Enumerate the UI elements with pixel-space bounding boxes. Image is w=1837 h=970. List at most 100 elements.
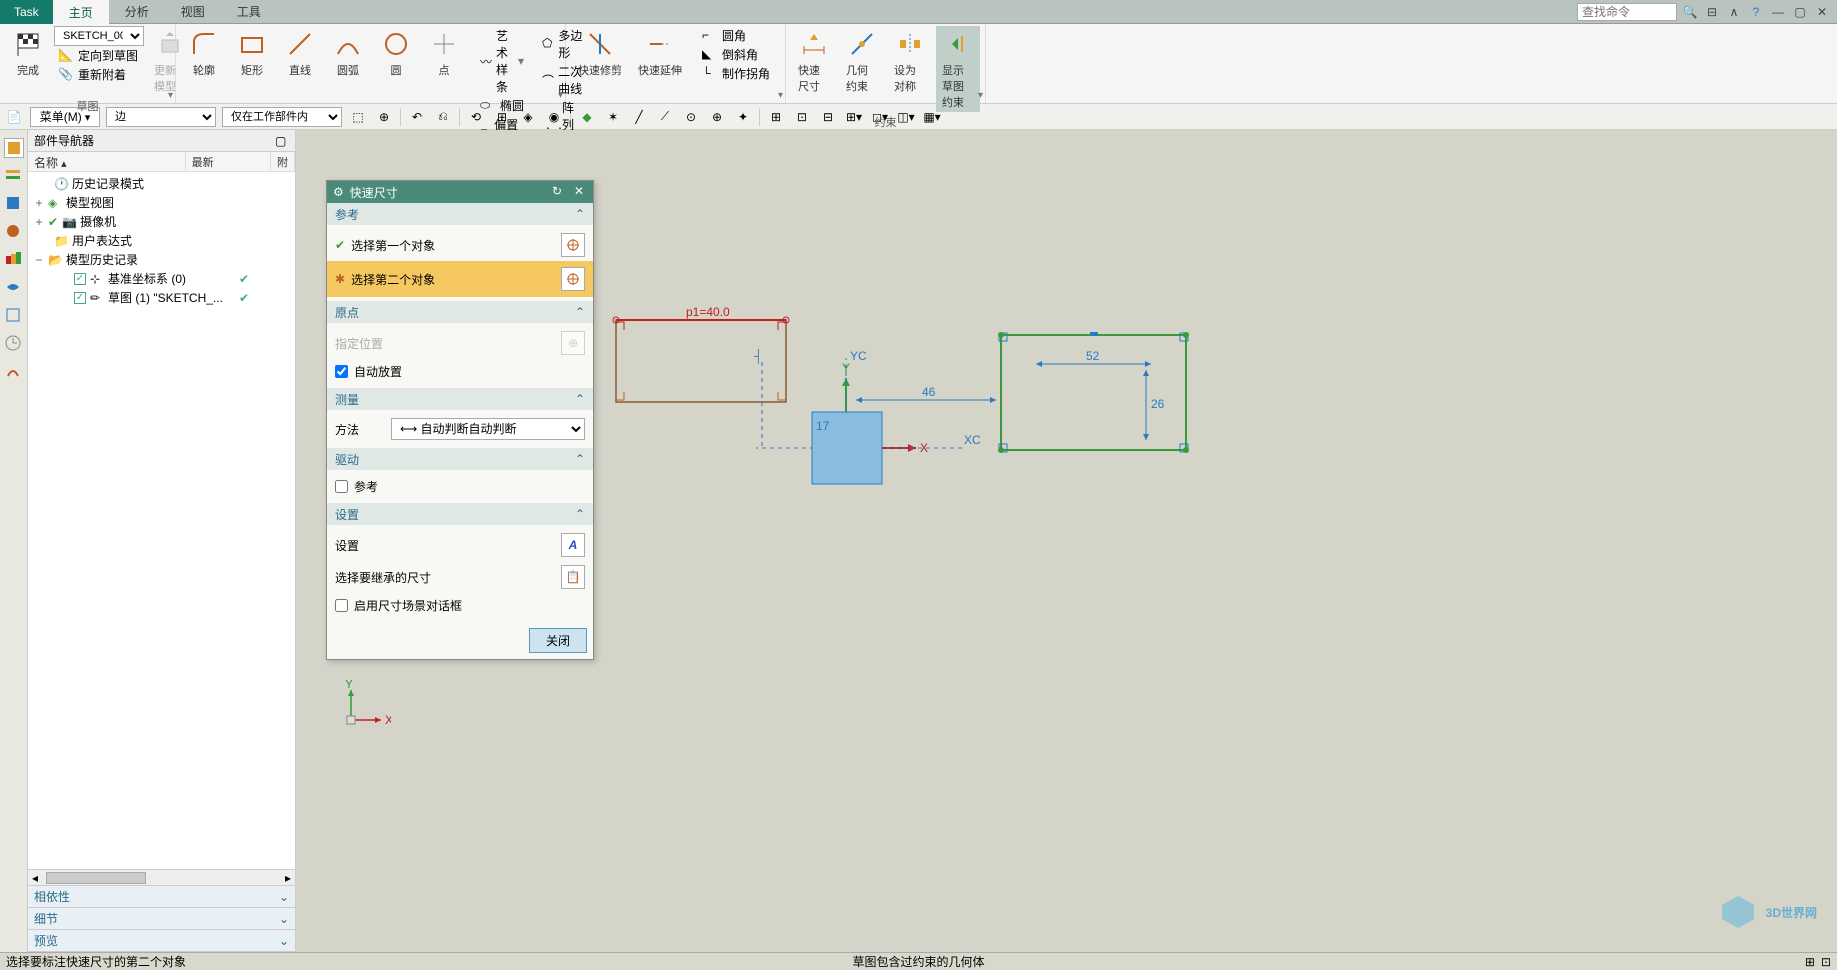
- profile-button[interactable]: 轮廓: [182, 26, 226, 80]
- fillet-button[interactable]: ⌐圆角: [698, 26, 774, 45]
- section-dependency[interactable]: 相依性⌄: [28, 886, 295, 908]
- csys-icon: ⊹: [90, 272, 104, 286]
- tb-icon-snap-4[interactable]: ⊕: [707, 107, 727, 127]
- status-icon-1[interactable]: ⊞: [1805, 955, 1815, 969]
- rectangle-icon: [236, 28, 268, 60]
- tb-icon-snap-3[interactable]: ⊙: [681, 107, 701, 127]
- make-symmetric-button[interactable]: 设为对称: [888, 26, 932, 96]
- sidebar-icon-4[interactable]: [4, 222, 24, 242]
- svg-text:46: 46: [922, 385, 936, 399]
- corner-icon: └: [702, 66, 718, 82]
- close-icon[interactable]: ✕: [1813, 3, 1831, 21]
- ribbon: 完成 SKETCH_000 📐定向到草图 📎重新附着 更新模型 草图 ▾ 轮廓 …: [0, 24, 1837, 104]
- rapid-dim-button[interactable]: 快速尺寸: [792, 26, 836, 96]
- svg-text:26: 26: [1151, 397, 1165, 411]
- tab-tools[interactable]: 工具: [221, 0, 277, 24]
- reattach-icon: 📎: [58, 67, 74, 83]
- show-constraints-button[interactable]: 显示草图约束: [936, 26, 980, 112]
- expand-icon[interactable]: +: [34, 215, 44, 229]
- reattach[interactable]: 📎重新附着: [54, 65, 144, 84]
- circle-icon: [380, 28, 412, 60]
- minimize-icon[interactable]: —: [1769, 3, 1787, 21]
- check-icon: ✔: [239, 291, 249, 305]
- graphics-canvas[interactable]: ⚙ 快速尺寸 ↻ ✕ 参考⌃ ✔选择第一个对象 ✱选择第二个对象 原点⌃ 指定位…: [296, 130, 1837, 952]
- rectangle-button[interactable]: 矩形: [230, 26, 274, 80]
- circle-button[interactable]: 圆: [374, 26, 418, 80]
- status-icon-2[interactable]: ⊡: [1821, 955, 1831, 969]
- spline-icon: 〰: [480, 53, 492, 69]
- conic-icon: ⌒: [542, 72, 554, 88]
- nav-scrollbar[interactable]: ◂▸: [28, 869, 295, 885]
- line-button[interactable]: 直线: [278, 26, 322, 80]
- sidebar-icon-9[interactable]: [4, 362, 24, 382]
- help-icon[interactable]: ?: [1747, 3, 1765, 21]
- sketch-drawing: p1=40.0 ┤ X Y XC YC 17: [296, 130, 1836, 950]
- fillet-icon: ⌐: [702, 28, 718, 44]
- tree-sketch[interactable]: ✓✏草图 (1) "SKETCH_...✔: [30, 288, 293, 307]
- tb-icon-snap-5[interactable]: ✦: [733, 107, 753, 127]
- orient-to-sketch[interactable]: 📐定向到草图: [54, 46, 144, 65]
- expand-icon[interactable]: +: [34, 196, 44, 210]
- chamfer-icon: ◣: [702, 47, 718, 63]
- tb-icon-snap-2[interactable]: ⟋: [655, 107, 675, 127]
- tb-icon-view-1[interactable]: ⊞: [766, 107, 786, 127]
- sketch-name-combo[interactable]: SKETCH_000: [54, 26, 144, 46]
- folder-icon: 📁: [54, 234, 68, 248]
- chamfer-button[interactable]: ◣倒斜角: [698, 45, 774, 64]
- quick-extend-button[interactable]: 快速延伸: [632, 26, 688, 80]
- search-icon[interactable]: 🔍: [1681, 3, 1699, 21]
- ellipse-icon: ⬭: [480, 98, 496, 114]
- svg-text:XC: XC: [964, 433, 981, 447]
- finish-sketch-button[interactable]: 完成: [6, 26, 50, 80]
- checkbox-checked[interactable]: ✓: [74, 292, 86, 304]
- tree-camera[interactable]: +✔📷摄像机: [30, 212, 293, 231]
- edit-group-expand[interactable]: ▾: [778, 90, 783, 101]
- clock-icon: 🕐: [54, 177, 68, 191]
- ellipse-button[interactable]: ⬭椭圆: [476, 96, 528, 115]
- arc-button[interactable]: 圆弧: [326, 26, 370, 80]
- section-preview[interactable]: 预览⌄: [28, 930, 295, 952]
- collapse-icon[interactable]: −: [34, 253, 44, 267]
- sidebar-icon-2[interactable]: [4, 166, 24, 186]
- collapse-ribbon-icon[interactable]: ∧: [1725, 3, 1743, 21]
- quick-trim-button[interactable]: 快速修剪: [572, 26, 628, 80]
- make-corner-button[interactable]: └制作拐角: [698, 64, 774, 83]
- tb-icon-10[interactable]: ✶: [603, 107, 623, 127]
- tree-model-view[interactable]: +◈模型视图: [30, 193, 293, 212]
- sidebar-icon-3[interactable]: [4, 194, 24, 214]
- section-detail[interactable]: 细节⌄: [28, 908, 295, 930]
- curves-group-expand[interactable]: ▾: [558, 90, 563, 101]
- tab-analysis[interactable]: 分析: [109, 0, 165, 24]
- svg-text:X: X: [385, 713, 391, 727]
- sidebar-icon-7[interactable]: [4, 306, 24, 326]
- sidebar-icon-8[interactable]: [4, 334, 24, 354]
- command-search[interactable]: [1577, 3, 1677, 21]
- tab-home[interactable]: 主页: [53, 0, 109, 25]
- sidebar-navigator-icon[interactable]: [4, 138, 24, 158]
- geo-constraint-icon: [846, 28, 878, 60]
- art-spline-button[interactable]: 〰艺术样条▾: [476, 26, 528, 96]
- sketch-icon: ✏: [90, 291, 104, 305]
- axis-indicator: X Y: [341, 680, 391, 730]
- svg-text:52: 52: [1086, 349, 1100, 363]
- col-name[interactable]: 名称 ▴: [28, 152, 186, 171]
- tb-icon-snap-1[interactable]: ╱: [629, 107, 649, 127]
- maximize-icon[interactable]: ▢: [1791, 3, 1809, 21]
- tree-model-history[interactable]: −📂模型历史记录: [30, 250, 293, 269]
- finish-label: 完成: [17, 62, 39, 78]
- tab-view[interactable]: 视图: [165, 0, 221, 24]
- window-toggle-icon[interactable]: ⊟: [1703, 3, 1721, 21]
- point-button[interactable]: 点: [422, 26, 466, 80]
- tree-user-expr[interactable]: 📁用户表达式: [30, 231, 293, 250]
- sidebar-icon-5[interactable]: [4, 250, 24, 270]
- sidebar-icon-6[interactable]: [4, 278, 24, 298]
- task-button[interactable]: Task: [0, 0, 53, 24]
- sketch-group-expand[interactable]: ▾: [168, 90, 173, 101]
- constraints-group-expand[interactable]: ▾: [978, 90, 983, 101]
- finish-flag-icon: [12, 28, 44, 60]
- status-left: 选择要标注快速尺寸的第二个对象: [6, 953, 186, 970]
- menubar: Task 主页 分析 视图 工具 🔍 ⊟ ∧ ? — ▢ ✕: [0, 0, 1837, 24]
- tree-datum-csys[interactable]: ✓⊹基准坐标系 (0)✔: [30, 269, 293, 288]
- geo-constraint-button[interactable]: 几何约束: [840, 26, 884, 96]
- checkbox-checked[interactable]: ✓: [74, 273, 86, 285]
